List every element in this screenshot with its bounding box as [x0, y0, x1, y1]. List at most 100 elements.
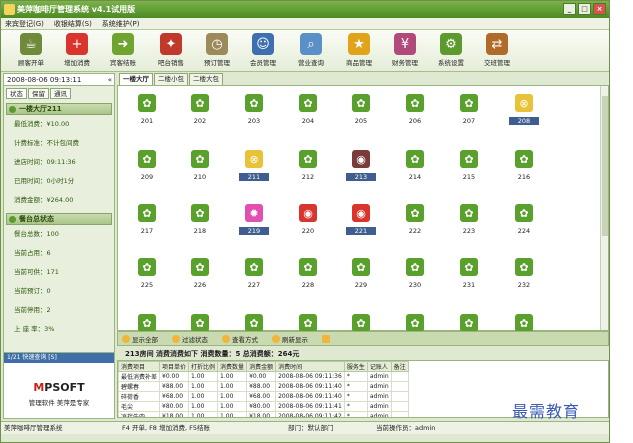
refresh-button[interactable]: 刷新显示: [272, 334, 308, 344]
room-info-row: 消费金额：¥264.00: [14, 196, 74, 204]
dining-table[interactable]: ✿ 207: [454, 94, 484, 128]
folder-icon: [322, 334, 330, 343]
tab-floor2-large[interactable]: 二楼大包: [189, 73, 223, 85]
dining-table[interactable]: ✿ 209: [132, 150, 162, 184]
column-header[interactable]: 项目单价: [159, 361, 190, 372]
add-consumption-icon: +: [66, 33, 88, 55]
menu-checkout[interactable]: 收银结算(S): [54, 18, 92, 29]
dining-table[interactable]: ✿ 231: [454, 258, 484, 292]
dining-table[interactable]: ✿ 227: [239, 258, 269, 292]
clock-text: 2008-08-06 09:13:11: [7, 76, 82, 84]
room-section-header[interactable]: 一楼大厅211: [6, 103, 112, 115]
dining-table[interactable]: ✿ 215: [454, 150, 484, 184]
tab-status[interactable]: 状态: [6, 88, 27, 99]
dining-table[interactable]: ✿ 218: [185, 204, 215, 238]
dining-table[interactable]: ◉ 221: [346, 204, 376, 238]
table-number: 227: [247, 281, 261, 289]
table-row[interactable]: 碎荷香 ¥68.00 1.00 1.00 ¥68.00 2008-08-06 09:11:…: [118, 391, 409, 402]
table-status-icon: ◉: [352, 204, 370, 222]
maximize-button[interactable]: □: [578, 3, 591, 15]
dining-table[interactable]: ✿ 206: [400, 94, 430, 128]
dining-table[interactable]: ✿ 229: [346, 258, 376, 292]
dining-table[interactable]: ✿ 204: [293, 94, 323, 128]
collapse-icon[interactable]: «: [108, 74, 112, 86]
column-header[interactable]: 消费数量: [217, 361, 248, 372]
tab-reserve[interactable]: 保留: [28, 88, 49, 99]
toolbar-button-1[interactable]: + 增加消费: [55, 32, 99, 70]
menu-system[interactable]: 系统维护(P): [102, 18, 140, 29]
dining-table[interactable]: ✿ 224: [509, 204, 539, 238]
column-header[interactable]: 打折比例: [188, 361, 219, 372]
table-row[interactable]: 最低消费补差 ¥0.00 1.00 1.00 ¥0.00 2008-08-06 09:11…: [118, 371, 409, 382]
toolbar-button-8[interactable]: ¥ 财务管理: [383, 32, 427, 70]
table-cell: *: [343, 381, 368, 392]
quick-query-header[interactable]: 1/21 快速查询 [S]: [4, 353, 114, 363]
table-cell: [390, 371, 409, 382]
toolbar-button-6[interactable]: ⌕ 营业查询: [289, 32, 333, 70]
dining-table[interactable]: ✿ 216: [509, 150, 539, 184]
dining-table[interactable]: ✿ 205: [346, 94, 376, 128]
table-status-icon: ✿: [460, 150, 478, 168]
table-cell: 2008-08-06 09:11:41: [275, 401, 345, 412]
dining-table[interactable]: ✿ 223: [454, 204, 484, 238]
dining-table[interactable]: ⊗ 211: [239, 150, 269, 184]
booking-clock-icon: ◷: [206, 33, 228, 55]
toolbar-button-3[interactable]: ✦ 吧台销售: [149, 32, 193, 70]
column-header[interactable]: 消费项目: [118, 361, 161, 372]
table-row[interactable]: 毛尖 ¥80.00 1.00 1.00 ¥80.00 2008-08-06 09:11:4…: [118, 401, 409, 412]
tab-floor1[interactable]: 一楼大厅: [119, 73, 153, 85]
folder-button[interactable]: [322, 334, 330, 343]
table-number: 214: [408, 173, 422, 181]
column-header[interactable]: 记账人: [366, 361, 392, 372]
status-bar: 美萍咖啡厅管理系统 F4 开单, F8 增加消费, F5结账 部门：默认部门 当…: [1, 421, 609, 434]
column-header[interactable]: 服务生: [343, 361, 368, 372]
dining-table[interactable]: ✿ 225: [132, 258, 162, 292]
table-row[interactable]: 凉拌牛肉 ¥18.00 1.00 1.00 ¥18.00 2008-08-06 09:11…: [118, 411, 409, 417]
table-status-icon: ✿: [299, 258, 317, 276]
minimize-button[interactable]: _: [563, 3, 576, 15]
view-mode-button[interactable]: 查看方式: [222, 334, 258, 344]
vertical-scrollbar[interactable]: [600, 86, 608, 330]
scroll-thumb[interactable]: [602, 96, 608, 236]
table-row[interactable]: 碧螺春 ¥88.00 1.00 1.00 ¥88.00 2008-08-06 09:11:…: [118, 381, 409, 392]
status-section-header[interactable]: 餐台总状态: [6, 213, 112, 225]
dining-table[interactable]: ✿ 217: [132, 204, 162, 238]
dining-table[interactable]: ✿ 202: [185, 94, 215, 128]
dining-table[interactable]: ✿ 228: [293, 258, 323, 292]
dining-table[interactable]: ⊗ 208: [509, 94, 539, 128]
tab-comm[interactable]: 通讯: [50, 88, 71, 99]
toolbar-button-7[interactable]: ★ 商品管理: [337, 32, 381, 70]
menu-guest[interactable]: 来宾登记(G): [5, 18, 44, 29]
table-cell: [390, 411, 409, 417]
column-header[interactable]: 消费金额: [246, 361, 277, 372]
toolbar-button-0[interactable]: ☕ 顾客开单: [9, 32, 53, 70]
status-app: 美萍咖啡厅管理系统: [4, 424, 63, 432]
toolbar-button-5[interactable]: ☺ 会员管理: [241, 32, 285, 70]
dining-table[interactable]: ◉ 220: [293, 204, 323, 238]
close-button[interactable]: ×: [593, 3, 606, 15]
filter-status-button[interactable]: 过滤状态: [172, 334, 208, 344]
dining-table[interactable]: ✿ 201: [132, 94, 162, 128]
dining-table[interactable]: ✿ 226: [185, 258, 215, 292]
dining-table[interactable]: ◉ 213: [346, 150, 376, 184]
table-cell: 凉拌牛肉: [118, 411, 161, 417]
dining-table[interactable]: ✿ 230: [400, 258, 430, 292]
dining-table[interactable]: ✿ 203: [239, 94, 269, 128]
dining-table[interactable]: ✿ 214: [400, 150, 430, 184]
bar-sales-icon: ✦: [160, 33, 182, 55]
dining-table[interactable]: ✿ 210: [185, 150, 215, 184]
dining-table[interactable]: ✿ 232: [509, 258, 539, 292]
dining-table[interactable]: ✿ 222: [400, 204, 430, 238]
toolbar-button-9[interactable]: ⚙ 系统设置: [429, 32, 473, 70]
table-status-icon: ◉: [299, 204, 317, 222]
column-header[interactable]: 备注: [390, 361, 409, 372]
tab-floor2-small[interactable]: 二楼小包: [154, 73, 188, 85]
toolbar-button-4[interactable]: ◷ 预订管理: [195, 32, 239, 70]
slogan: 管理软件 美萍是专家: [28, 399, 90, 407]
toolbar-button-10[interactable]: ⇄ 交班管理: [475, 32, 519, 70]
show-all-button[interactable]: 显示全部: [122, 334, 158, 344]
column-header[interactable]: 消费时间: [275, 361, 345, 372]
toolbar-button-2[interactable]: ➜ 宾客结账: [101, 32, 145, 70]
dining-table[interactable]: ✹ 219: [239, 204, 269, 238]
dining-table[interactable]: ✿ 212: [293, 150, 323, 184]
